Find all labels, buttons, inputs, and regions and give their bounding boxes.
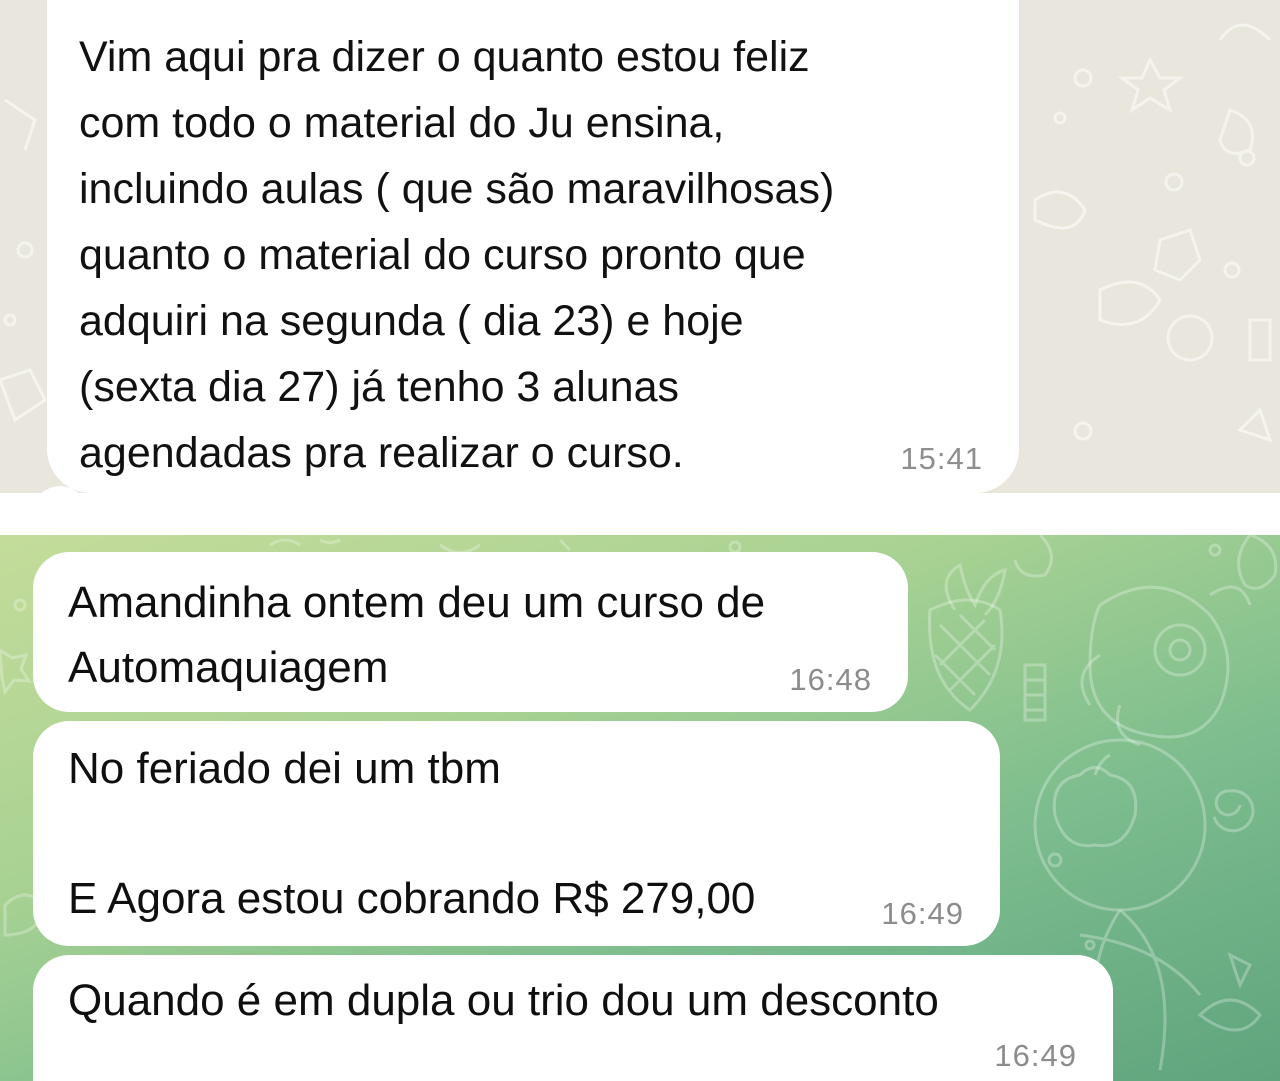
message-bubble-incoming[interactable]: Vim aqui pra dizer o quanto estou feliz …	[47, 0, 1019, 493]
message-text: Vim aqui pra dizer o quanto estou feliz …	[79, 33, 835, 477]
message-bubble-incoming[interactable]: Quando é em dupla ou trio dou um descont…	[33, 955, 1113, 1081]
message-bubble-incoming[interactable]: No feriado dei um tbm E Agora estou cobr…	[33, 721, 1000, 946]
message-bubble-incoming[interactable]: Amandinha ontem deu um curso de Automaqu…	[33, 552, 908, 712]
message-text: No feriado dei um tbm E Agora estou cobr…	[68, 744, 756, 923]
message-time: 16:49	[994, 1038, 1077, 1073]
message-text: Quando é em dupla ou trio dou um descont…	[68, 976, 939, 1025]
bubble-tail	[41, 486, 79, 493]
message-time: 15:41	[900, 441, 983, 476]
screenshot-divider	[0, 493, 1280, 535]
message-time: 16:49	[881, 896, 964, 931]
chat-panel-top: Vim aqui pra dizer o quanto estou feliz …	[0, 0, 1280, 493]
message-time: 16:48	[789, 662, 872, 697]
message-text: Amandinha ontem deu um curso de Automaqu…	[68, 578, 766, 692]
